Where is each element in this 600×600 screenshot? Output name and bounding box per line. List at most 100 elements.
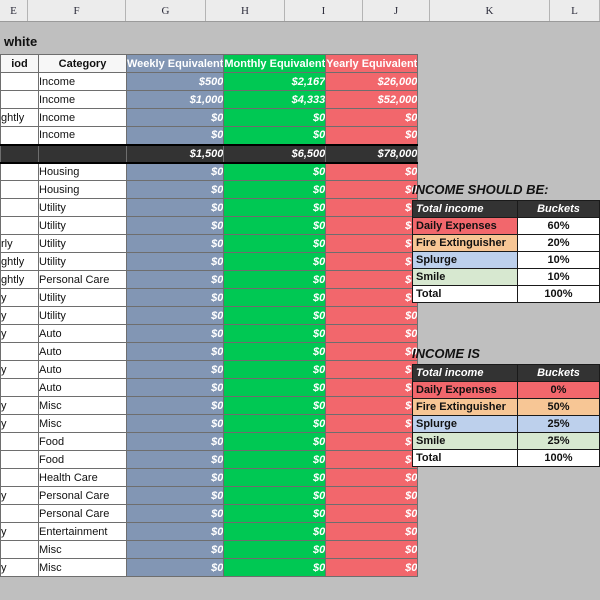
- cell-yearly-equivalent[interactable]: $0: [325, 108, 419, 127]
- cell-period[interactable]: y: [0, 324, 39, 343]
- cell-monthly-equivalent[interactable]: $0: [223, 108, 327, 127]
- cell-weekly-equivalent[interactable]: $0: [125, 216, 225, 235]
- cell-monthly-equivalent[interactable]: $0: [223, 540, 327, 559]
- table-row[interactable]: Food $0 $0 $0: [0, 432, 419, 451]
- cell-period[interactable]: [0, 126, 39, 145]
- cell-weekly-equivalent[interactable]: $0: [125, 450, 225, 469]
- cell-yearly-equivalent[interactable]: $0: [325, 252, 419, 271]
- cell-monthly-equivalent[interactable]: $0: [223, 504, 327, 523]
- cell-monthly-equivalent[interactable]: $0: [223, 126, 327, 145]
- table-row[interactable]: Auto $0 $0 $0: [0, 378, 419, 397]
- column-header-f[interactable]: F: [28, 0, 126, 21]
- cell-yearly-equivalent[interactable]: $0: [325, 432, 419, 451]
- table-row[interactable]: Income $1,000 $4,333 $52,000: [0, 90, 419, 109]
- budget-table-body[interactable]: Income $500 $2,167 $26,000 Income $1,000 $4,33…: [0, 72, 419, 577]
- table-row[interactable]: ghtly Income $0 $0 $0: [0, 108, 419, 127]
- cell-weekly-equivalent[interactable]: $0: [125, 162, 225, 181]
- table-row[interactable]: ghtly Utility $0 $0 $0: [0, 252, 419, 271]
- cell-category[interactable]: Personal Care: [38, 270, 127, 289]
- table-row[interactable]: Auto $0 $0 $0: [0, 342, 419, 361]
- cell-period[interactable]: y: [0, 360, 39, 379]
- cell-weekly-equivalent[interactable]: $0: [125, 234, 225, 253]
- table-row[interactable]: ghtly Personal Care $0 $0 $0: [0, 270, 419, 289]
- cell-category[interactable]: Utility: [38, 198, 127, 217]
- cell-yearly-equivalent[interactable]: $0: [325, 558, 419, 577]
- cell-yearly-equivalent[interactable]: $0: [325, 504, 419, 523]
- cell-weekly-equivalent[interactable]: $1,500: [125, 143, 225, 164]
- income-is-label-fire-extinguisher[interactable]: Fire Extinguisher: [412, 398, 518, 416]
- cell-weekly-equivalent[interactable]: $0: [125, 468, 225, 487]
- cell-monthly-equivalent[interactable]: $0: [223, 414, 327, 433]
- table-row-total[interactable]: $1,500 $6,500 $78,000: [0, 143, 419, 164]
- income-should-be-value-total[interactable]: 100%: [517, 285, 600, 303]
- column-header-i[interactable]: I: [285, 0, 363, 21]
- income-should-be-label-daily-expenses[interactable]: Daily Expenses: [412, 217, 518, 235]
- cell-yearly-equivalent[interactable]: $52,000: [325, 90, 419, 109]
- cell-category[interactable]: Income: [38, 72, 127, 91]
- cell-period[interactable]: [0, 378, 39, 397]
- cell-category[interactable]: Auto: [38, 360, 127, 379]
- cell-yearly-equivalent[interactable]: $0: [325, 180, 419, 199]
- cell-weekly-equivalent[interactable]: $0: [125, 558, 225, 577]
- income-is-label-daily-expenses[interactable]: Daily Expenses: [412, 381, 518, 399]
- income-should-be-row[interactable]: Daily Expenses 60%: [412, 217, 600, 235]
- cell-period[interactable]: y: [0, 306, 39, 325]
- cell-yearly-equivalent[interactable]: $0: [325, 414, 419, 433]
- cell-weekly-equivalent[interactable]: $0: [125, 288, 225, 307]
- cell-weekly-equivalent[interactable]: $0: [125, 198, 225, 217]
- cell-yearly-equivalent[interactable]: $0: [325, 198, 419, 217]
- cell-period[interactable]: [0, 504, 39, 523]
- cell-weekly-equivalent[interactable]: $0: [125, 360, 225, 379]
- cell-category[interactable]: Misc: [38, 558, 127, 577]
- cell-monthly-equivalent[interactable]: $0: [223, 450, 327, 469]
- table-row[interactable]: y Utility $0 $0 $0: [0, 306, 419, 325]
- cell-yearly-equivalent[interactable]: $0: [325, 306, 419, 325]
- cell-period[interactable]: [0, 180, 39, 199]
- income-is-value-splurge[interactable]: 25%: [517, 415, 600, 433]
- income-is-label-smile[interactable]: Smile: [412, 432, 518, 450]
- cell-period[interactable]: [0, 432, 39, 451]
- table-row[interactable]: Utility $0 $0 $0: [0, 198, 419, 217]
- income-should-be-value-smile[interactable]: 10%: [517, 268, 600, 286]
- cell-weekly-equivalent[interactable]: $0: [125, 486, 225, 505]
- cell-monthly-equivalent[interactable]: $2,167: [223, 72, 327, 91]
- cell-category[interactable]: Personal Care: [38, 504, 127, 523]
- income-is-row[interactable]: Fire Extinguisher 50%: [412, 398, 600, 416]
- cell-weekly-equivalent[interactable]: $0: [125, 306, 225, 325]
- cell-yearly-equivalent[interactable]: $0: [325, 396, 419, 415]
- cell-period[interactable]: [0, 216, 39, 235]
- cell-monthly-equivalent[interactable]: $0: [223, 432, 327, 451]
- cell-monthly-equivalent[interactable]: $0: [223, 486, 327, 505]
- income-is-label-total[interactable]: Total: [412, 449, 518, 467]
- cell-weekly-equivalent[interactable]: $0: [125, 270, 225, 289]
- cell-period[interactable]: [0, 72, 39, 91]
- income-should-be-table[interactable]: Total income Buckets Daily Expenses 60% Fire…: [412, 200, 600, 303]
- cell-yearly-equivalent[interactable]: $0: [325, 450, 419, 469]
- cell-yearly-equivalent[interactable]: $0: [325, 324, 419, 343]
- cell-period[interactable]: ghtly: [0, 270, 39, 289]
- cell-period[interactable]: [0, 162, 39, 181]
- cell-period[interactable]: y: [0, 396, 39, 415]
- cell-yearly-equivalent[interactable]: $0: [325, 342, 419, 361]
- cell-category[interactable]: [38, 143, 127, 164]
- cell-category[interactable]: Entertainment: [38, 522, 127, 541]
- table-row[interactable]: Food $0 $0 $0: [0, 450, 419, 469]
- table-row[interactable]: y Misc $0 $0 $0: [0, 558, 419, 577]
- income-is-row[interactable]: Smile 25%: [412, 432, 600, 450]
- income-is-row[interactable]: Splurge 25%: [412, 415, 600, 433]
- cell-category[interactable]: Income: [38, 108, 127, 127]
- income-should-be-value-daily-expenses[interactable]: 60%: [517, 217, 600, 235]
- column-header-k[interactable]: K: [430, 0, 550, 21]
- table-row[interactable]: y Auto $0 $0 $0: [0, 324, 419, 343]
- cell-weekly-equivalent[interactable]: $0: [125, 522, 225, 541]
- cell-period[interactable]: [0, 342, 39, 361]
- cell-monthly-equivalent[interactable]: $0: [223, 558, 327, 577]
- income-should-be-value-fire-extinguisher[interactable]: 20%: [517, 234, 600, 252]
- cell-yearly-equivalent[interactable]: $0: [325, 234, 419, 253]
- cell-category[interactable]: Utility: [38, 306, 127, 325]
- cell-yearly-equivalent[interactable]: $0: [325, 522, 419, 541]
- cell-yearly-equivalent[interactable]: $0: [325, 288, 419, 307]
- cell-period[interactable]: rly: [0, 234, 39, 253]
- cell-category[interactable]: Utility: [38, 288, 127, 307]
- cell-period[interactable]: ghtly: [0, 108, 39, 127]
